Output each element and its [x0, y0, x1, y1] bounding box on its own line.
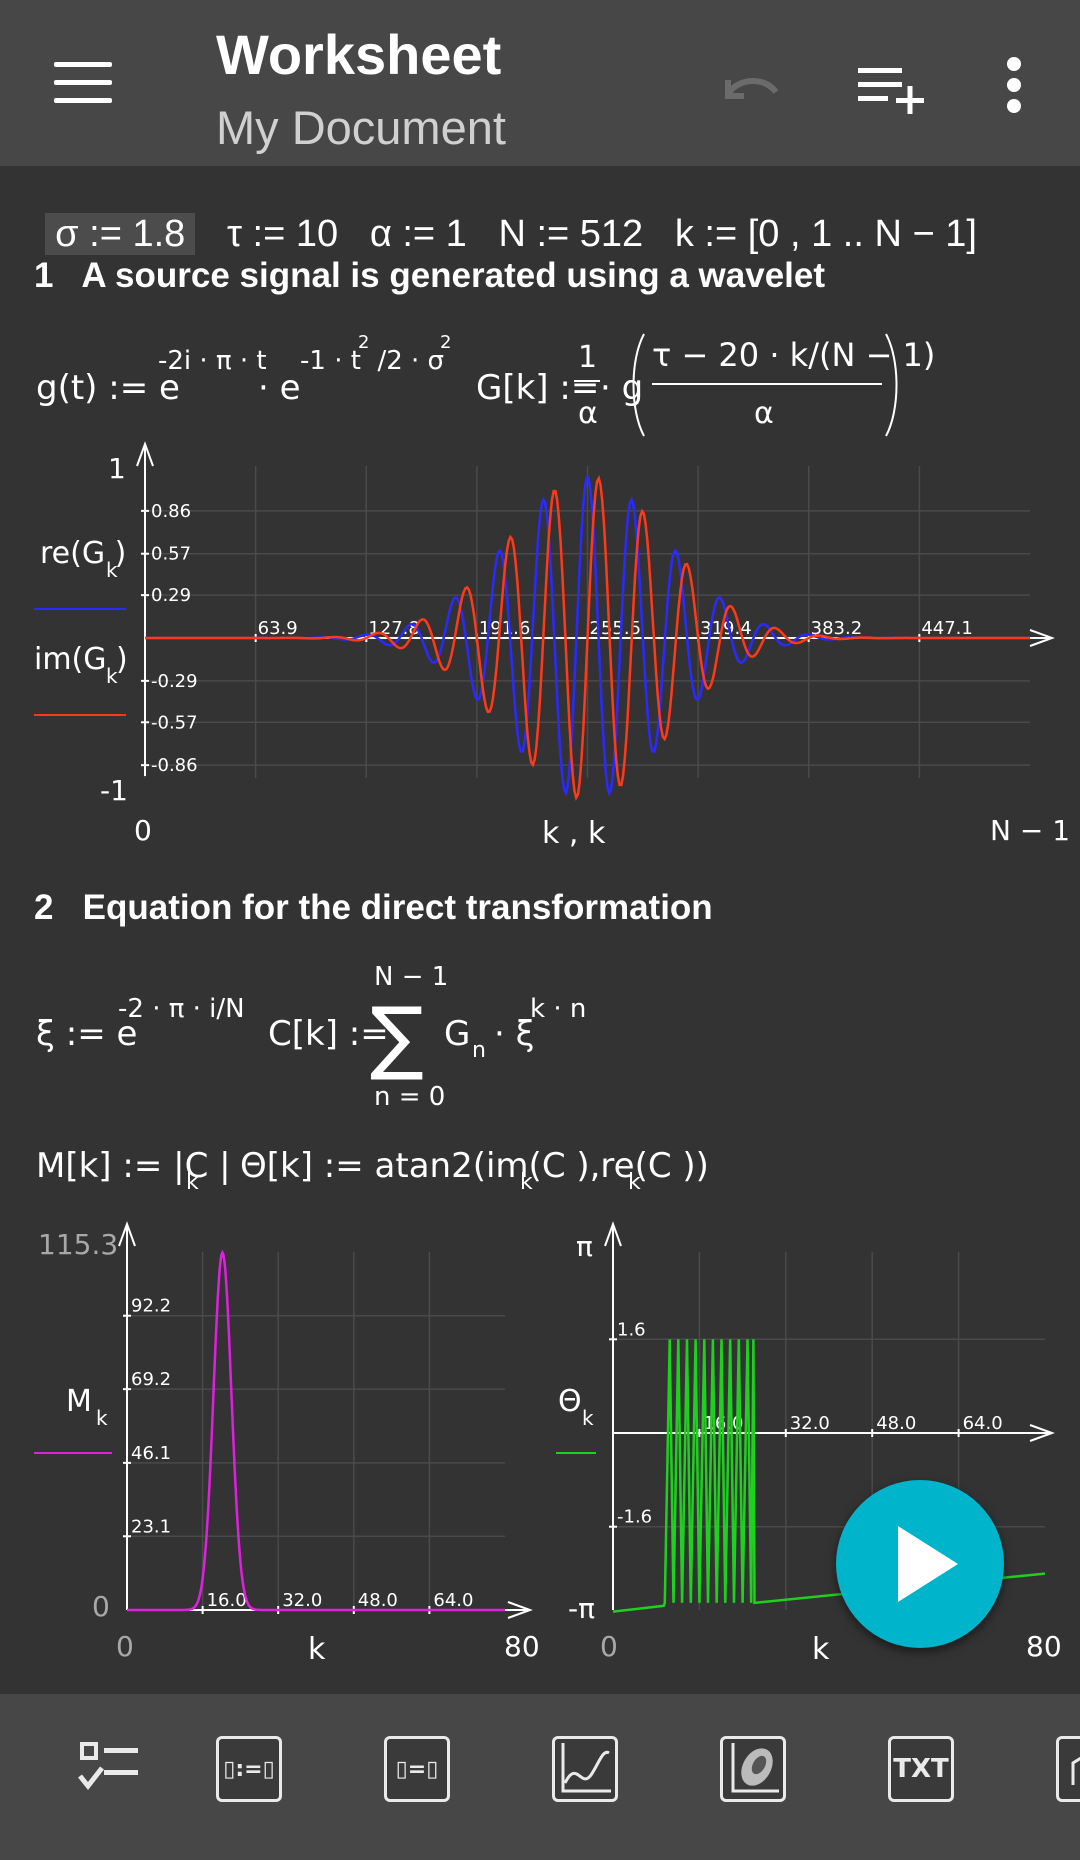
- k-definition[interactable]: k := [0 , 1 .. N − 1]: [675, 213, 977, 255]
- app-bar: Worksheet My Document: [0, 0, 1080, 166]
- plot-3d-icon[interactable]: [720, 1736, 792, 1808]
- g-square-1: 2: [358, 332, 370, 353]
- summation-symbol: ∑: [370, 990, 424, 1083]
- M-definition: M[k] := |C |: [36, 1146, 231, 1186]
- g-square-2: 2: [440, 332, 452, 353]
- plot2-x-axis-label: k: [308, 1632, 326, 1667]
- run-button[interactable]: [836, 1480, 1004, 1648]
- C-term-G: G: [444, 1014, 471, 1054]
- bottom-toolbar: ▯:=▯ ▯=▯ TXT: [0, 1694, 1080, 1860]
- play-icon: [898, 1526, 958, 1602]
- plot1-y-tick-label: 0.29: [151, 585, 191, 606]
- g-exponent-1: -2i · π · t: [158, 346, 267, 376]
- plot3-x-min-label: 0: [600, 1630, 618, 1663]
- g-dot: · e: [258, 368, 301, 408]
- plot-2d-icon[interactable]: [552, 1736, 624, 1808]
- plot1-x-max-label: N − 1: [990, 814, 1071, 847]
- plot1-y-tick-label: -0.57: [151, 712, 198, 733]
- G-numerator: 1: [578, 340, 598, 375]
- plot2-y-tick-label: 92.2: [131, 1296, 171, 1317]
- C-term-subscript: n: [472, 1038, 486, 1063]
- sum-lower-limit: n = 0: [374, 1082, 446, 1112]
- plot1-x-axis-label: k , k: [542, 816, 606, 851]
- evaluation-tool-icon[interactable]: ▯=▯: [384, 1736, 456, 1808]
- plot1-x-tick-label: 63.9: [258, 618, 298, 639]
- sum-upper-limit: N − 1: [374, 962, 449, 992]
- plot2-x-tick-label: 16.0: [207, 1590, 247, 1611]
- section-2-heading[interactable]: 2 Equation for the direct transformation: [34, 888, 713, 928]
- plot2-y-tick-label: 23.1: [131, 1516, 171, 1537]
- menu-icon[interactable]: [54, 62, 112, 104]
- plot2-x-max-label: 80: [504, 1630, 540, 1663]
- section-1-heading[interactable]: 1 A source signal is generated using a w…: [34, 256, 825, 296]
- plot3-x-tick-label: 32.0: [790, 1413, 830, 1434]
- plot3-x-axis-label: k: [812, 1632, 830, 1667]
- app-title: Worksheet: [216, 23, 502, 86]
- xi-exponent: -2 · π · i/N: [118, 994, 245, 1024]
- plot1-canvas: 0.860.570.29-0.29-0.57-0.8663.9 127.8 191.…: [136, 441, 1055, 801]
- plot2-y-tick-label: 69.2: [131, 1369, 171, 1390]
- plot1-y-tick-label: 0.86: [151, 501, 191, 522]
- G-inner-numerator: τ − 20 · k/(N − 1): [652, 336, 936, 374]
- plot2-x-min-label: 0: [116, 1630, 134, 1663]
- plot2-series-M: [127, 1249, 505, 1612]
- M-subscript: k: [186, 1170, 199, 1195]
- plot3-y-tick-label: -1.6: [617, 1507, 652, 1528]
- tau-definition[interactable]: τ := 10: [227, 213, 338, 255]
- theta-subscript-2: k: [628, 1170, 641, 1195]
- plot1-x-tick-label: 319.4: [700, 618, 752, 639]
- sigma-definition[interactable]: σ := 1.8: [45, 213, 196, 255]
- plot1-x-tick-label: 191.6: [479, 618, 531, 639]
- plot3-x-tick-label: 48.0: [876, 1413, 916, 1434]
- plot1-x-tick-label: 447.1: [921, 618, 973, 639]
- plot2-x-tick-label: 32.0: [282, 1590, 322, 1611]
- alpha-definition[interactable]: α := 1: [370, 213, 467, 255]
- plot3-x-max-label: 80: [1026, 1630, 1062, 1663]
- parameters-line[interactable]: σ := 1.8 τ := 10 α := 1 N := 512 k := [0…: [24, 170, 977, 255]
- plot1-y-tick-label: 0.57: [151, 544, 191, 565]
- plot3-y-tick-label: 1.6: [617, 1319, 646, 1340]
- plot1-y-tick-label: -0.29: [151, 671, 198, 692]
- definition-tool-icon[interactable]: ▯:=▯: [216, 1736, 288, 1808]
- document-name[interactable]: My Document: [216, 100, 506, 155]
- g-exponent-2: -1 · t /2 · σ: [300, 346, 445, 376]
- G-denominator: α: [578, 396, 598, 431]
- plot2-canvas: 92.2 69.2 46.1 23.1 16.0 32.0 48.0 64.0: [118, 1221, 533, 1619]
- checklist-icon[interactable]: [74, 1736, 146, 1808]
- plot1-y-tick-label: -0.86: [151, 755, 198, 776]
- more-options-icon[interactable]: [974, 50, 1054, 130]
- add-line-icon[interactable]: [852, 50, 932, 130]
- plot2-y-tick-label: 46.1: [131, 1443, 171, 1464]
- n-definition[interactable]: N := 512: [498, 213, 643, 255]
- C-exponent: k · n: [530, 994, 587, 1024]
- plot3-x-tick-label: 64.0: [963, 1413, 1003, 1434]
- theta-subscript-1: k: [520, 1170, 533, 1195]
- G-fraction-bar: [574, 380, 600, 382]
- plot2-x-tick-label: 64.0: [433, 1590, 473, 1611]
- more-tools-icon[interactable]: [1056, 1736, 1080, 1808]
- plot2-x-tick-label: 48.0: [358, 1590, 398, 1611]
- C-term-xi: · ξ: [494, 1014, 535, 1054]
- text-tool-icon[interactable]: TXT: [888, 1736, 960, 1808]
- G-inner-denominator: α: [754, 396, 774, 431]
- plot1-x-min-label: 0: [134, 814, 152, 847]
- undo-icon[interactable]: [706, 50, 786, 130]
